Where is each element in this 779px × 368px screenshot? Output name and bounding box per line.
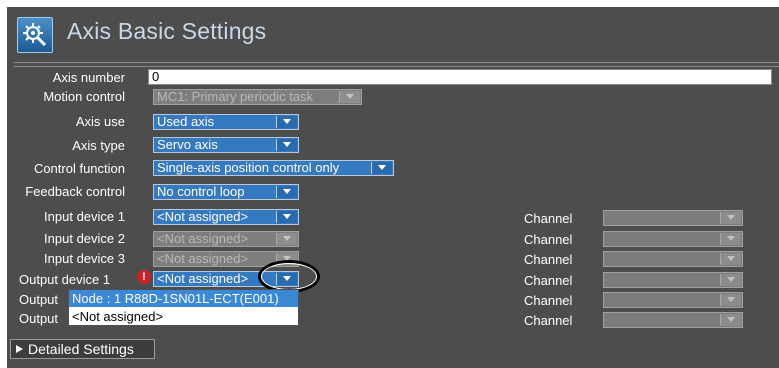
- chevron-down-icon[interactable]: [276, 139, 297, 151]
- dropdown-option-node-1[interactable]: Node : 1 R88D-1SN01L-ECT(E001): [69, 290, 298, 307]
- output-device-1-value: <Not assigned>: [157, 271, 249, 286]
- axis-use-label: Axis use: [75, 114, 125, 129]
- chevron-down-icon[interactable]: [276, 186, 297, 198]
- chevron-down-icon: [720, 294, 741, 306]
- header-divider: [14, 62, 779, 63]
- axis-type-label: Axis type: [72, 138, 125, 153]
- chevron-down-icon: [720, 274, 741, 286]
- highlight-circle-inner: [261, 263, 317, 290]
- axis-number-field[interactable]: 0: [148, 69, 772, 85]
- input-device-2-value: <Not assigned>: [157, 231, 249, 246]
- chevron-down-icon: [720, 233, 741, 245]
- channel-select-2[interactable]: [603, 231, 743, 247]
- motion-control-select[interactable]: MC1: Primary periodic task: [153, 89, 362, 105]
- feedback-control-label: Feedback control: [25, 184, 125, 199]
- axis-number-label: Axis number: [52, 70, 125, 85]
- control-function-select[interactable]: Single-axis position control only: [153, 160, 394, 176]
- input-device-1-label: Input device 1: [44, 209, 125, 224]
- control-function-label: Control function: [33, 161, 125, 176]
- header-divider-2: [14, 66, 779, 67]
- feedback-control-select[interactable]: No control loop: [153, 184, 299, 200]
- channel-select-4[interactable]: [603, 272, 743, 288]
- motion-control-label: Motion control: [43, 89, 125, 104]
- header: Axis Basic Settings: [7, 7, 779, 61]
- chevron-down-icon: [720, 314, 741, 326]
- page-title: Axis Basic Settings: [67, 18, 267, 44]
- input-device-1-value: <Not assigned>: [157, 209, 249, 224]
- input-device-3-label: Input device 3: [44, 251, 125, 266]
- feedback-control-value: No control loop: [157, 184, 245, 199]
- axis-type-select[interactable]: Servo axis: [153, 137, 299, 153]
- axis-use-select[interactable]: Used axis: [153, 114, 299, 130]
- chevron-down-icon: [339, 91, 360, 103]
- expand-arrow-icon: [16, 345, 23, 353]
- chevron-down-icon[interactable]: [276, 211, 297, 223]
- chevron-down-icon: [720, 212, 741, 224]
- detailed-settings-label: Detailed Settings: [28, 341, 134, 357]
- chevron-down-icon: [720, 253, 741, 265]
- dropdown-option-not-assigned[interactable]: <Not assigned>: [69, 308, 298, 325]
- output-device-dropdown-list: Node : 1 R88D-1SN01L-ECT(E001) <Not assi…: [68, 289, 299, 326]
- output-device-1-label: Output device 1: [19, 272, 111, 287]
- channel-select-3[interactable]: [603, 251, 743, 267]
- axis-type-value: Servo axis: [157, 137, 218, 152]
- motion-control-value: MC1: Primary periodic task: [157, 89, 314, 104]
- chevron-down-icon[interactable]: [371, 162, 392, 174]
- channel-select-5[interactable]: [603, 292, 743, 308]
- chevron-down-icon[interactable]: [276, 116, 297, 128]
- control-function-value: Single-axis position control only: [157, 160, 340, 175]
- input-device-1-select[interactable]: <Not assigned>: [153, 209, 299, 225]
- input-device-2-select[interactable]: <Not assigned>: [153, 231, 299, 247]
- channel-select-1[interactable]: [603, 210, 743, 226]
- detailed-settings-toggle[interactable]: Detailed Settings: [10, 339, 155, 359]
- input-device-3-value: <Not assigned>: [157, 251, 249, 266]
- channel-select-6[interactable]: [603, 312, 743, 328]
- axis-use-value: Used axis: [157, 114, 215, 129]
- warning-icon: !: [137, 270, 151, 284]
- gear-magnifier-icon: [17, 17, 53, 53]
- input-device-2-label: Input device 2: [44, 231, 125, 246]
- chevron-down-icon: [276, 233, 297, 245]
